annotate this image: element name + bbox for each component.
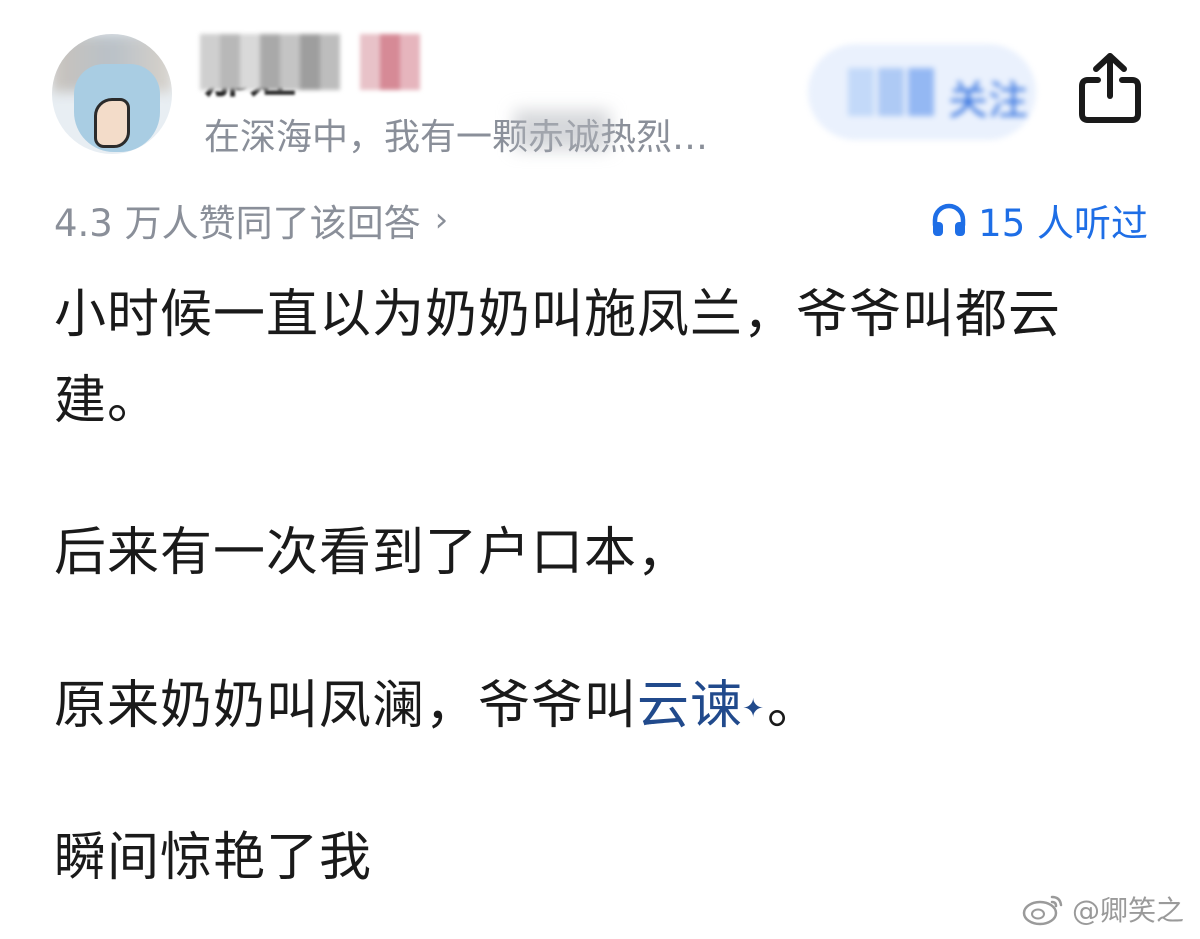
watermark-text: @卿笑之 xyxy=(1071,894,1184,927)
author-avatar[interactable] xyxy=(52,34,172,154)
upvote-count-text: 4.3 万人赞同了该回答 xyxy=(54,202,421,245)
weibo-icon xyxy=(1022,895,1063,926)
headphones-icon xyxy=(932,203,966,236)
answer-paragraph: 瞬间惊艳了我 xyxy=(54,828,373,888)
author-bio: 在深海中，我有一颗赤诚热烈… xyxy=(204,117,709,158)
name-mosaic xyxy=(200,34,340,90)
chevron-right-icon: › xyxy=(434,200,449,240)
watermark: @卿笑之 xyxy=(1022,889,1184,929)
paragraph-text: 。 xyxy=(767,676,821,736)
sparkle-icon: ✦ xyxy=(742,694,766,724)
share-icon[interactable] xyxy=(1076,50,1144,126)
avatar-image xyxy=(74,64,160,152)
listen-count-text: 15 人听过 xyxy=(978,202,1148,245)
answer-paragraph: 后来有一次看到了户口本， xyxy=(54,523,691,583)
search-link-word[interactable]: 云谏 ✦ xyxy=(637,676,764,736)
answer-paragraph: 原来奶奶叫凤澜，爷爷叫云谏 ✦。 xyxy=(54,663,1164,749)
link-text: 云谏 xyxy=(637,676,744,736)
follow-button[interactable]: 关注 xyxy=(808,44,1036,140)
bio-mosaic xyxy=(514,110,610,150)
follow-label: 关注 xyxy=(948,78,1028,124)
paragraph-text: 原来奶奶叫凤澜，爷爷叫 xyxy=(54,676,638,736)
upvote-summary[interactable]: 4.3 万人赞同了该回答 › xyxy=(54,193,448,247)
follow-mosaic xyxy=(848,68,934,116)
listen-count[interactable]: 15 人听过 xyxy=(930,193,1148,247)
author-name[interactable]: 那娃 xyxy=(200,34,440,103)
answer-paragraph: 小时候一直以为奶奶叫施凤兰，爷爷叫都云建。 xyxy=(54,285,1062,431)
badge-mosaic xyxy=(360,34,420,90)
